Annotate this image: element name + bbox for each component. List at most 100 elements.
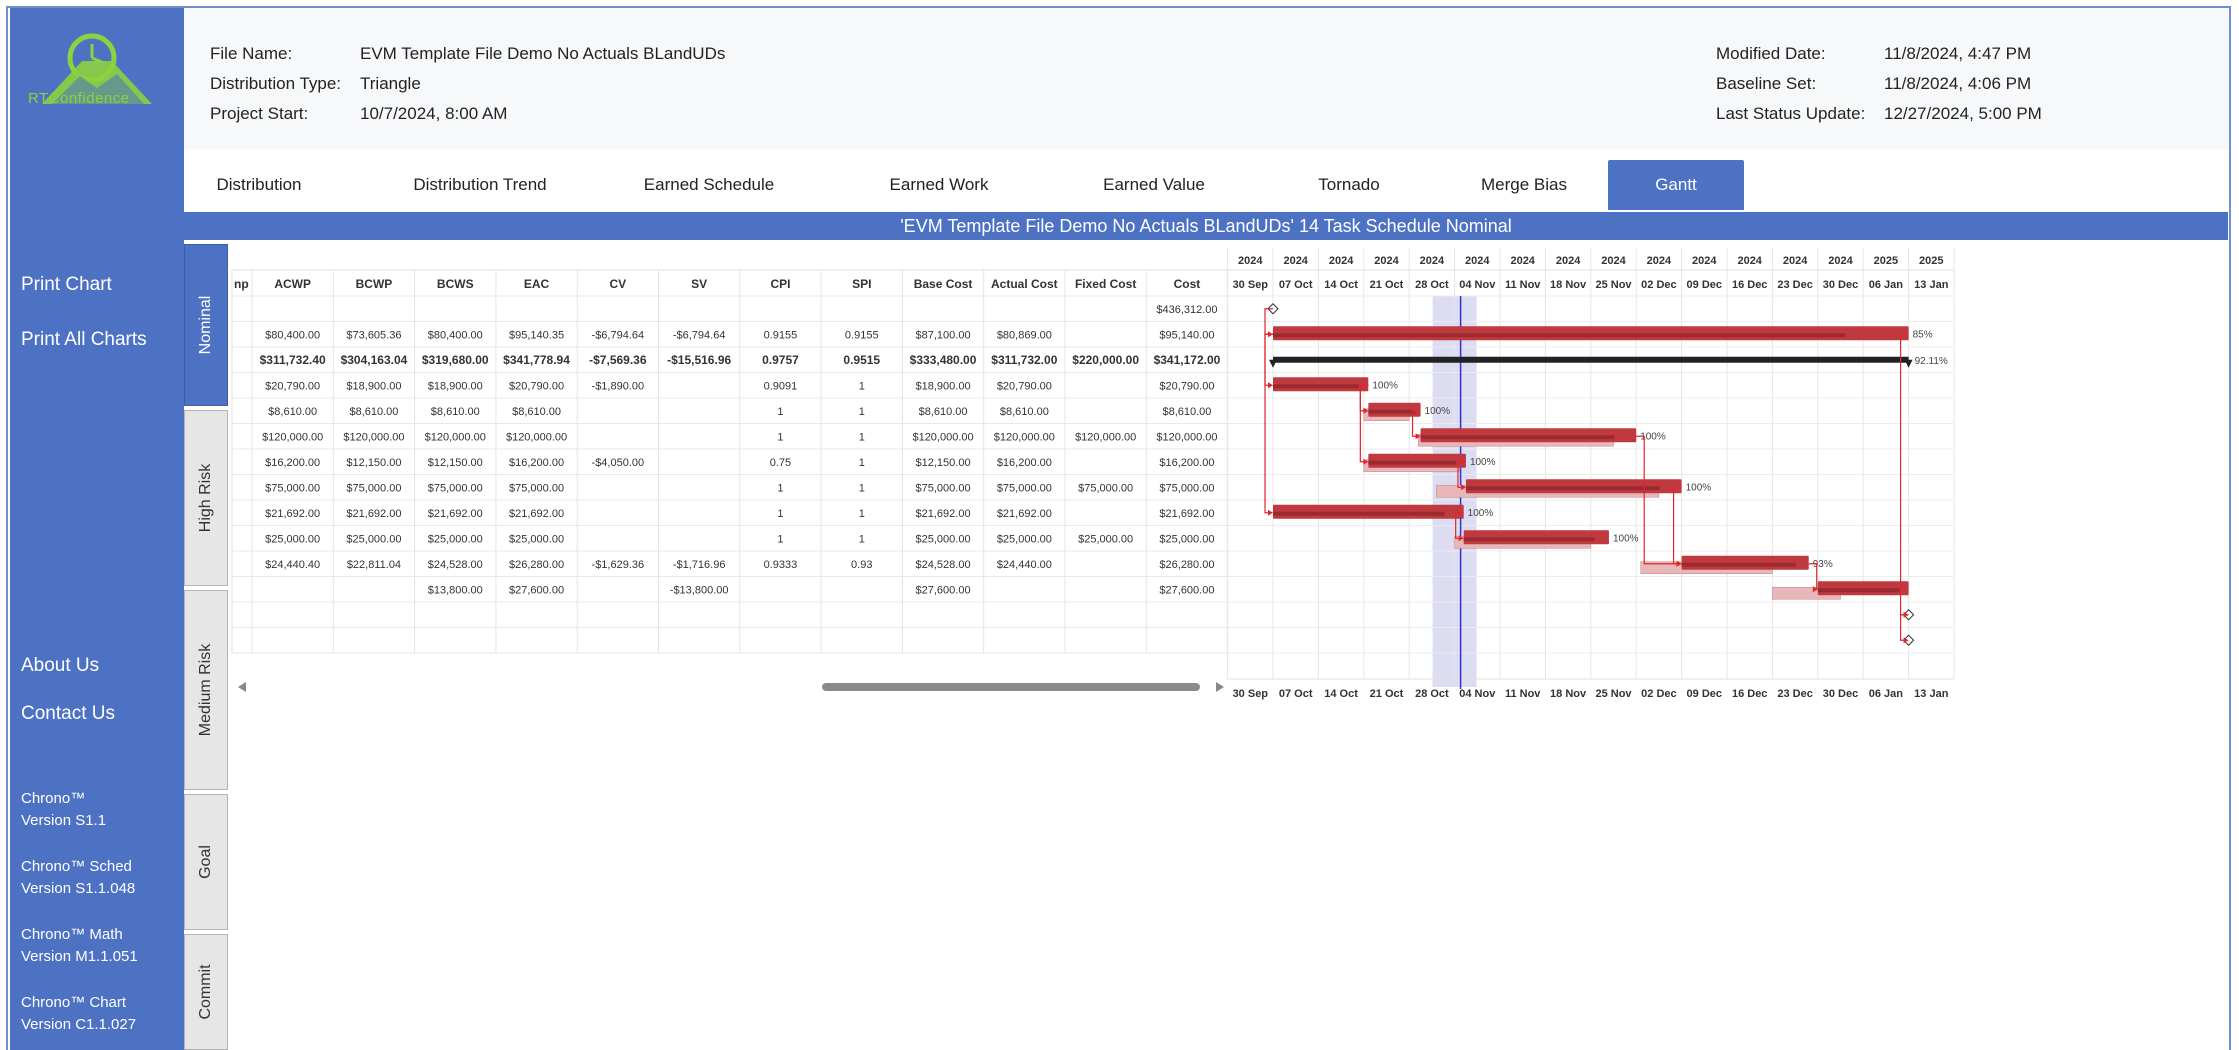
table-header-clipped: np bbox=[234, 277, 249, 291]
table-cell: $26,280.00 bbox=[1159, 559, 1214, 571]
table-cell: $8,610.00 bbox=[268, 406, 317, 418]
table-cell: $80,400.00 bbox=[428, 330, 483, 342]
gantt-week-label: 30 Dec bbox=[1823, 279, 1858, 291]
table-cell: $75,000.00 bbox=[509, 483, 564, 495]
scroll-right-arrow bbox=[1216, 682, 1224, 692]
table-cell: -$1,890.00 bbox=[592, 381, 645, 393]
table-cell: 1 bbox=[859, 508, 865, 520]
gantt-year-label: 2024 bbox=[1510, 255, 1535, 267]
gantt-year-label: 2024 bbox=[1737, 255, 1762, 267]
table-header: Actual Cost bbox=[991, 277, 1058, 291]
table-cell: $120,000.00 bbox=[425, 432, 486, 444]
table-cell: $25,000.00 bbox=[1159, 534, 1214, 546]
table-cell: $24,528.00 bbox=[916, 559, 971, 571]
table-cell: 1 bbox=[859, 406, 865, 418]
table-cell: $21,692.00 bbox=[1159, 508, 1214, 520]
gantt-week-label-bottom: 02 Dec bbox=[1641, 688, 1676, 700]
gantt-year-label: 2024 bbox=[1465, 255, 1490, 267]
gantt-week-label-bottom: 06 Jan bbox=[1869, 688, 1904, 700]
table-header: CPI bbox=[770, 277, 790, 291]
gantt-week-label-bottom: 30 Sep bbox=[1233, 688, 1269, 700]
table-cell: -$1,629.36 bbox=[592, 559, 645, 571]
table-cell: $25,000.00 bbox=[428, 534, 483, 546]
table-header: CV bbox=[610, 277, 627, 291]
gantt-week-label: 21 Oct bbox=[1370, 279, 1404, 291]
table-cell: $8,610.00 bbox=[919, 406, 968, 418]
percent-label: 100% bbox=[1686, 482, 1712, 493]
table-cell: $333,480.00 bbox=[910, 353, 977, 367]
task-progress bbox=[1368, 460, 1457, 465]
table-cell: $220,000.00 bbox=[1072, 353, 1139, 367]
table-cell: 0.9155 bbox=[845, 330, 879, 342]
table-cell: $304,163.04 bbox=[341, 353, 408, 367]
percent-label: 100% bbox=[1613, 533, 1639, 544]
table-cell: $120,000.00 bbox=[262, 432, 323, 444]
gantt-week-label-bottom: 23 Dec bbox=[1777, 688, 1812, 700]
gantt-year-label: 2024 bbox=[1828, 255, 1853, 267]
dependency-arrow bbox=[1268, 509, 1273, 516]
gantt-week-label: 06 Jan bbox=[1869, 279, 1904, 291]
task-progress bbox=[1463, 537, 1595, 542]
percent-label: 92.11% bbox=[1915, 356, 1948, 367]
table-cell: 0.9091 bbox=[764, 381, 798, 393]
table-header: BCWP bbox=[356, 277, 393, 291]
table-horizontal-scrollbar[interactable] bbox=[236, 680, 1226, 694]
table-cell: $13,800.00 bbox=[428, 585, 483, 597]
summary-start-marker bbox=[1269, 359, 1277, 368]
gantt-week-label: 11 Nov bbox=[1505, 279, 1541, 291]
gantt-week-label: 28 Oct bbox=[1415, 279, 1449, 291]
task-progress bbox=[1681, 562, 1797, 567]
table-cell: $24,440.40 bbox=[265, 559, 320, 571]
scroll-left-arrow bbox=[238, 682, 246, 692]
task-progress bbox=[1420, 435, 1615, 440]
summary-bar bbox=[1273, 356, 1909, 363]
gantt-year-label: 2024 bbox=[1374, 255, 1399, 267]
table-cell: 1 bbox=[859, 381, 865, 393]
table-cell: $75,000.00 bbox=[346, 483, 401, 495]
table-cell: $16,200.00 bbox=[509, 457, 564, 469]
table-cell: $20,790.00 bbox=[1159, 381, 1214, 393]
table-cell: $21,692.00 bbox=[997, 508, 1052, 520]
table-cell: $25,000.00 bbox=[997, 534, 1052, 546]
table-cell: $22,811.04 bbox=[347, 559, 401, 571]
gantt-week-label: 30 Sep bbox=[1233, 279, 1269, 291]
gantt-week-label: 23 Dec bbox=[1777, 279, 1812, 291]
table-cell: $120,000.00 bbox=[1156, 432, 1217, 444]
table-header: SV bbox=[691, 277, 707, 291]
table-cell: $25,000.00 bbox=[346, 534, 401, 546]
gantt-week-label: 04 Nov bbox=[1459, 279, 1496, 291]
table-cell: $16,200.00 bbox=[997, 457, 1052, 469]
table-cell: $20,790.00 bbox=[509, 381, 564, 393]
gantt-week-label-bottom: 18 Nov bbox=[1550, 688, 1587, 700]
table-cell: $27,600.00 bbox=[1159, 585, 1214, 597]
table-cell: $8,610.00 bbox=[512, 406, 561, 418]
summary-end-marker bbox=[1904, 359, 1913, 368]
gantt-year-label: 2025 bbox=[1919, 255, 1943, 267]
percent-label: 85% bbox=[1913, 329, 1933, 340]
table-cell: $25,000.00 bbox=[265, 534, 320, 546]
gantt-week-label: 09 Dec bbox=[1687, 279, 1722, 291]
table-header: Fixed Cost bbox=[1075, 277, 1136, 291]
table-cell: $341,778.94 bbox=[503, 353, 570, 367]
table-cell: $21,692.00 bbox=[509, 508, 564, 520]
table-cell: $20,790.00 bbox=[265, 381, 320, 393]
table-cell: $25,000.00 bbox=[1078, 534, 1133, 546]
table-cell: $18,900.00 bbox=[916, 381, 971, 393]
table-header: ACWP bbox=[274, 277, 311, 291]
gantt-week-label-bottom: 25 Nov bbox=[1595, 688, 1632, 700]
table-cell: $26,280.00 bbox=[509, 559, 564, 571]
table-cell: $8,610.00 bbox=[431, 406, 480, 418]
percent-label: 100% bbox=[1468, 508, 1494, 519]
table-cell: 1 bbox=[859, 432, 865, 444]
dependency-arrow bbox=[1268, 382, 1273, 389]
table-cell: 0.9333 bbox=[764, 559, 798, 571]
table-cell: $12,150.00 bbox=[916, 457, 971, 469]
table-cell: $27,600.00 bbox=[509, 585, 564, 597]
table-cell: $311,732.00 bbox=[991, 353, 1057, 367]
gantt-week-label-bottom: 28 Oct bbox=[1415, 688, 1449, 700]
table-cell: $75,000.00 bbox=[997, 483, 1052, 495]
table-cell: -$1,716.96 bbox=[673, 559, 726, 571]
gantt-week-label-bottom: 11 Nov bbox=[1505, 688, 1541, 700]
table-cell: -$6,794.64 bbox=[592, 330, 645, 342]
table-cell: -$6,794.64 bbox=[673, 330, 726, 342]
